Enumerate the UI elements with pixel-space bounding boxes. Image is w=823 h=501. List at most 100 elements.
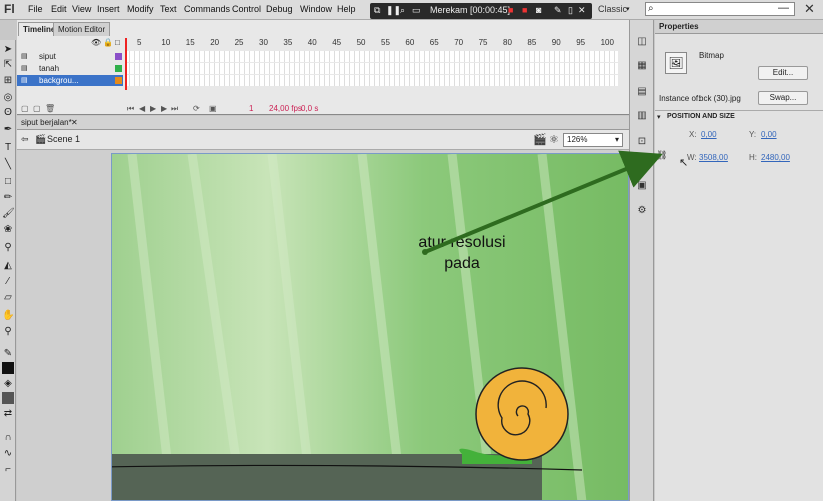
stroke-color-icon[interactable]: ✎ (2, 348, 14, 360)
new-folder-icon[interactable]: ▢ (33, 104, 41, 113)
record-icon[interactable]: ■ (522, 5, 527, 15)
menu-modify[interactable]: Modify (127, 4, 154, 14)
scene-label[interactable]: Scene 1 (47, 134, 80, 144)
straighten-icon[interactable]: ⌐ (2, 464, 14, 476)
zoom-select[interactable]: 126% ▾ (563, 133, 623, 147)
snap-icon[interactable]: ∩ (2, 432, 14, 444)
play-icon[interactable]: ▶ (150, 104, 156, 113)
document-tab[interactable]: siput berjalan* (21, 118, 72, 127)
smooth-icon[interactable]: ∿ (2, 448, 14, 460)
menu-file[interactable]: File (28, 4, 43, 14)
h-field[interactable]: 2480,00 (761, 153, 790, 162)
align-icon[interactable]: ▤ (636, 86, 648, 98)
delete-layer-icon[interactable]: 🗑 (45, 104, 55, 113)
layer-track-siput[interactable] (125, 51, 618, 62)
back-arrow-icon[interactable]: ⇦ (21, 134, 29, 145)
loop-icon[interactable]: ⟳ (193, 104, 200, 113)
workspace-switcher[interactable]: Classic (598, 4, 627, 14)
close-recorder-icon[interactable]: ✕ (578, 5, 586, 16)
edit-scene-icon[interactable]: 🎬 (533, 133, 547, 146)
stop-icon[interactable]: ■ (508, 5, 513, 15)
close-icon[interactable]: ✕ (804, 1, 815, 17)
subselection-tool-icon[interactable]: ⇱ (2, 59, 14, 71)
frame-rate[interactable]: 24,00 fps (269, 104, 302, 113)
component-icon[interactable]: ◉ (636, 156, 648, 168)
tab-properties[interactable]: Properties (659, 22, 699, 31)
lasso-tool-icon[interactable]: ʘ (2, 107, 14, 119)
frame-ruler[interactable]: 5 10 15 20 25 30 35 40 45 50 55 60 65 70 75 80 85 90 95 100 (125, 38, 620, 48)
y-field[interactable]: 0,00 (761, 130, 777, 139)
menu-window[interactable]: Window (300, 4, 332, 14)
eraser-tool-icon[interactable]: ▱ (2, 292, 14, 304)
fill-color-swatch[interactable] (2, 392, 14, 404)
motion-presets-icon[interactable]: ▣ (636, 180, 648, 192)
restore-icon[interactable]: ⧉ (374, 5, 380, 16)
edit-button[interactable]: Edit... (758, 66, 808, 80)
menu-commands[interactable]: Commands (184, 4, 230, 14)
layer-color-swatch[interactable] (115, 65, 122, 72)
pencil-tool-icon[interactable]: ✏ (2, 192, 14, 204)
step-back-icon[interactable]: ◀ (139, 104, 145, 113)
pen-tool-icon[interactable]: ✒ (2, 124, 14, 136)
chevron-down-icon[interactable]: ▾ (626, 5, 630, 13)
3d-rotation-icon[interactable]: ◎ (2, 92, 14, 104)
brush-tool-icon[interactable]: 🖌 (2, 208, 15, 220)
camera-icon[interactable]: ◙ (536, 5, 541, 15)
swap-button[interactable]: Swap... (758, 91, 808, 105)
search-input[interactable] (645, 2, 795, 16)
text-tool-icon[interactable]: T (2, 142, 14, 154)
step-forward-icon[interactable]: ▶ (161, 104, 167, 113)
layer-color-swatch[interactable] (115, 53, 122, 60)
transform-icon[interactable]: ⊡ (636, 136, 648, 148)
section-header[interactable]: ▾ POSITION AND SIZE (655, 110, 823, 122)
playhead[interactable] (125, 38, 127, 90)
layer-siput[interactable]: siput (17, 51, 123, 62)
current-frame[interactable]: 1 (249, 104, 253, 113)
layer-color-swatch[interactable] (115, 77, 122, 84)
toggle-icon[interactable]: ▯ (568, 5, 573, 16)
menu-view[interactable]: View (72, 4, 91, 14)
x-field[interactable]: 0,00 (701, 130, 717, 139)
tab-motion-editor[interactable]: Motion Editor (53, 22, 111, 36)
hand-tool-icon[interactable]: ✋ (2, 310, 14, 322)
paint-bucket-icon[interactable]: ◭ (2, 260, 14, 272)
rectangle-tool-icon[interactable]: □ (2, 176, 14, 188)
outline-icon[interactable]: □ (115, 38, 120, 47)
selection-tool-icon[interactable]: ➤ (2, 44, 14, 56)
eyedropper-icon[interactable]: ⁄ (2, 276, 14, 288)
layer-background[interactable]: backgrou... (17, 75, 123, 86)
w-field[interactable]: 3508,00 (699, 153, 728, 162)
edit-symbol-icon[interactable]: ⚛ (549, 133, 559, 146)
line-tool-icon[interactable]: ╲ (2, 159, 14, 171)
deco-tool-icon[interactable]: ❀ (2, 224, 14, 236)
menu-debug[interactable]: Debug (266, 4, 293, 14)
menu-insert[interactable]: Insert (97, 4, 120, 14)
transform-tool-icon[interactable]: ⊞ (2, 75, 14, 87)
go-last-frame-icon[interactable]: ⏭ (171, 104, 178, 114)
zoom-tool-icon[interactable]: ⚲ (2, 326, 14, 338)
new-layer-icon[interactable]: ▢ (21, 104, 29, 113)
stage-canvas[interactable]: atur resolusi pada (111, 153, 629, 501)
menu-text[interactable]: Text (160, 4, 177, 14)
layer-track-background[interactable] (125, 75, 618, 86)
minimize-icon[interactable]: — (778, 2, 789, 14)
onion-skin-icon[interactable]: ▣ (209, 104, 217, 113)
layer-track-tanah[interactable] (125, 63, 618, 74)
code-snippets-icon[interactable]: ⚙ (636, 205, 648, 217)
display-icon[interactable]: ▭ (412, 5, 421, 16)
swatches-icon[interactable]: ▦ (636, 60, 648, 72)
eye-icon[interactable]: 👁 (91, 38, 101, 47)
pen-icon[interactable]: ✎ (554, 5, 562, 16)
search-icon[interactable]: ⌕ (400, 5, 405, 16)
bone-tool-icon[interactable]: ⚲ (2, 242, 14, 254)
color-panel-icon[interactable]: ◫ (636, 36, 648, 48)
lock-icon[interactable]: 🔒 (103, 38, 113, 47)
link-dimensions-icon[interactable]: ⛓ (656, 150, 667, 161)
fill-color-icon[interactable]: ◈ (2, 378, 14, 390)
menu-help[interactable]: Help (337, 4, 356, 14)
stroke-color-swatch[interactable] (2, 362, 14, 374)
menu-control[interactable]: Control (232, 4, 261, 14)
close-tab-icon[interactable]: ✕ (71, 118, 78, 127)
go-first-frame-icon[interactable]: ⏮ (127, 104, 134, 114)
menu-edit[interactable]: Edit (51, 4, 67, 14)
